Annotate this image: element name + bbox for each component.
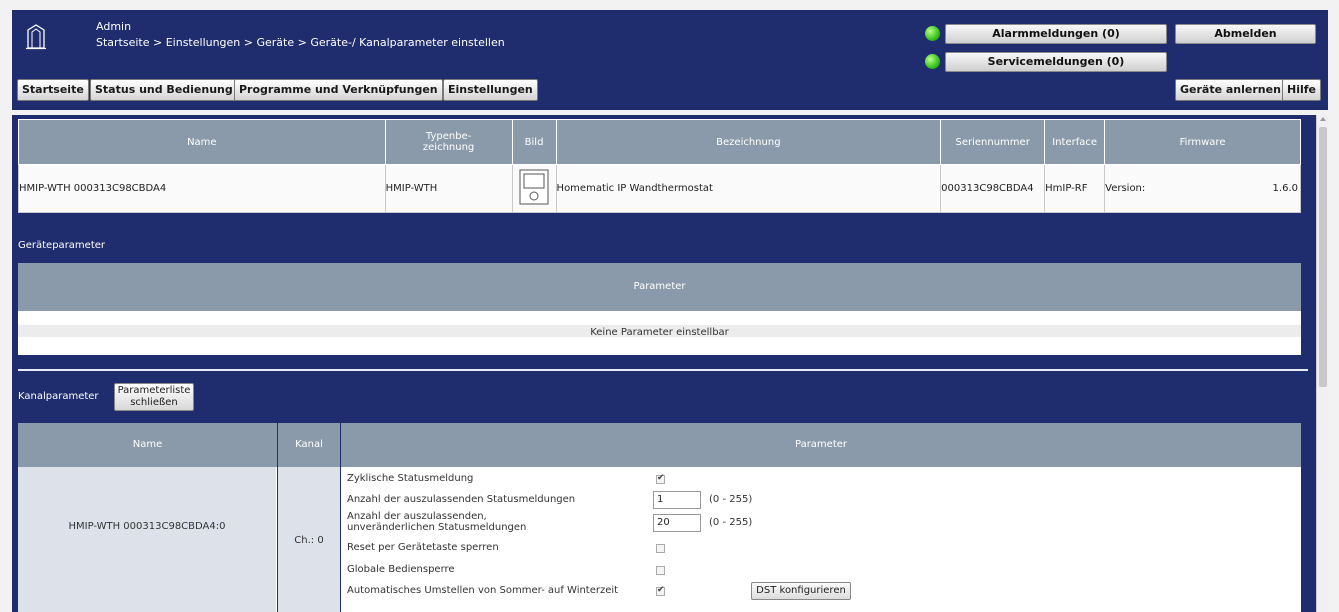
param-skip-unchanged-label-2: unveränderlichen Statusmeldungen: [347, 522, 527, 533]
device-params-box: Parameter Keine Parameter einstellbar: [18, 263, 1301, 355]
vertical-scrollbar[interactable]: [1316, 115, 1328, 612]
device-description: Homematic IP Wandthermostat: [555, 164, 942, 213]
device-image: [511, 164, 557, 213]
nav-settings-button[interactable]: Einstellungen: [443, 79, 538, 101]
param-skip-status-input[interactable]: 1: [653, 491, 701, 509]
col-image: Bild: [511, 119, 557, 165]
param-dst-checkbox[interactable]: [656, 585, 665, 596]
param-skip-unchanged-range: (0 - 255): [709, 517, 753, 528]
thermostat-icon: [519, 169, 549, 205]
main-content: Name Typenbe-zeichnung Bild Bezeichnung …: [12, 115, 1316, 612]
teach-devices-button[interactable]: Geräte anlernen: [1175, 79, 1286, 101]
device-interface: HmIP-RF: [1044, 164, 1106, 213]
no-params-text: Keine Parameter einstellbar: [590, 327, 729, 338]
device-params-header: Parameter: [18, 263, 1301, 311]
param-dst-label: Automatisches Umstellen von Sommer- auf …: [347, 585, 619, 596]
param-cyclic-status-label: Zyklische Statusmeldung: [347, 473, 474, 484]
logo-icon: [26, 24, 46, 50]
channel-col-channel: Kanal: [278, 423, 340, 467]
alarm-messages-button[interactable]: Alarmmeldungen (0): [945, 24, 1167, 44]
param-global-lock-label: Globale Bediensperre: [347, 564, 455, 575]
firmware-version: 1.6.0: [1272, 183, 1298, 194]
channel-col-parameter: Parameter: [341, 423, 1301, 467]
scroll-up-icon[interactable]: [1320, 117, 1326, 121]
logout-button[interactable]: Abmelden: [1175, 24, 1316, 44]
user-name: Admin: [96, 20, 132, 33]
nav-status-button[interactable]: Status und Bedienung: [90, 79, 238, 101]
col-name: Name: [18, 119, 386, 165]
param-reset-lock-checkbox[interactable]: [656, 544, 665, 553]
col-interface: Interface: [1044, 119, 1106, 165]
channel-number: Ch.: 0: [278, 467, 340, 612]
close-button-line2: schließen: [130, 397, 178, 408]
col-serial: Seriennummer: [940, 119, 1046, 165]
device-type: HMIP-WTH: [384, 164, 513, 213]
close-button-line1: Parameterliste: [117, 385, 191, 396]
nav-home-button[interactable]: Startseite: [17, 79, 89, 101]
service-messages-button[interactable]: Servicemeldungen (0): [945, 52, 1167, 72]
help-button[interactable]: Hilfe: [1282, 79, 1321, 101]
param-skip-status-label: Anzahl der auszulassenden Statusmeldunge…: [347, 494, 576, 505]
col-type: Typenbe-zeichnung: [384, 119, 513, 165]
device-firmware: Version: 1.6.0: [1104, 164, 1301, 213]
col-firmware: Firmware: [1104, 119, 1301, 165]
channel-table: Name Kanal Parameter HMIP-WTH 000313C98C…: [18, 423, 1301, 612]
channel-params-label: Kanalparameter: [18, 391, 99, 402]
device-table: Name Typenbe-zeichnung Bild Bezeichnung …: [18, 119, 1301, 213]
param-skip-unchanged-label-1: Anzahl der auszulassenden,: [347, 511, 487, 522]
scrollbar-thumb[interactable]: [1319, 127, 1327, 387]
alarm-status-led: [925, 26, 940, 41]
device-table-header: Name Typenbe-zeichnung Bild Bezeichnung …: [18, 119, 1301, 165]
param-cyclic-status-checkbox[interactable]: [656, 473, 665, 484]
channel-params-cell: Zyklische Statusmeldung Anzahl der auszu…: [341, 467, 1301, 612]
service-status-led: [925, 54, 940, 69]
section-divider: [18, 369, 1308, 371]
col-description: Bezeichnung: [555, 119, 942, 165]
channel-name: HMIP-WTH 000313C98CBDA4:0: [18, 467, 277, 612]
breadcrumb: Startseite > Einstellungen > Geräte > Ge…: [96, 36, 505, 49]
device-serial: 000313C98CBDA4: [940, 164, 1046, 213]
dst-configure-button[interactable]: DST konfigurieren: [751, 582, 851, 600]
table-row: HMIP-WTH 000313C98CBDA4 HMIP-WTH Homemat…: [18, 164, 1301, 213]
param-skip-status-range: (0 - 255): [709, 494, 753, 505]
nav-programs-button[interactable]: Programme und Verknüpfungen: [234, 79, 443, 101]
close-param-list-button[interactable]: Parameterliste schließen: [114, 383, 194, 411]
firmware-version-label: Version:: [1105, 183, 1146, 194]
channel-col-name: Name: [18, 423, 277, 467]
device-name: HMIP-WTH 000313C98CBDA4: [18, 164, 386, 213]
param-skip-unchanged-input[interactable]: 20: [653, 514, 701, 532]
param-global-lock-checkbox[interactable]: [656, 566, 665, 575]
header-bar: Admin Startseite > Einstellungen > Gerät…: [12, 10, 1328, 110]
device-params-label: Geräteparameter: [18, 240, 106, 251]
param-reset-lock-label: Reset per Gerätetaste sperren: [347, 542, 499, 553]
